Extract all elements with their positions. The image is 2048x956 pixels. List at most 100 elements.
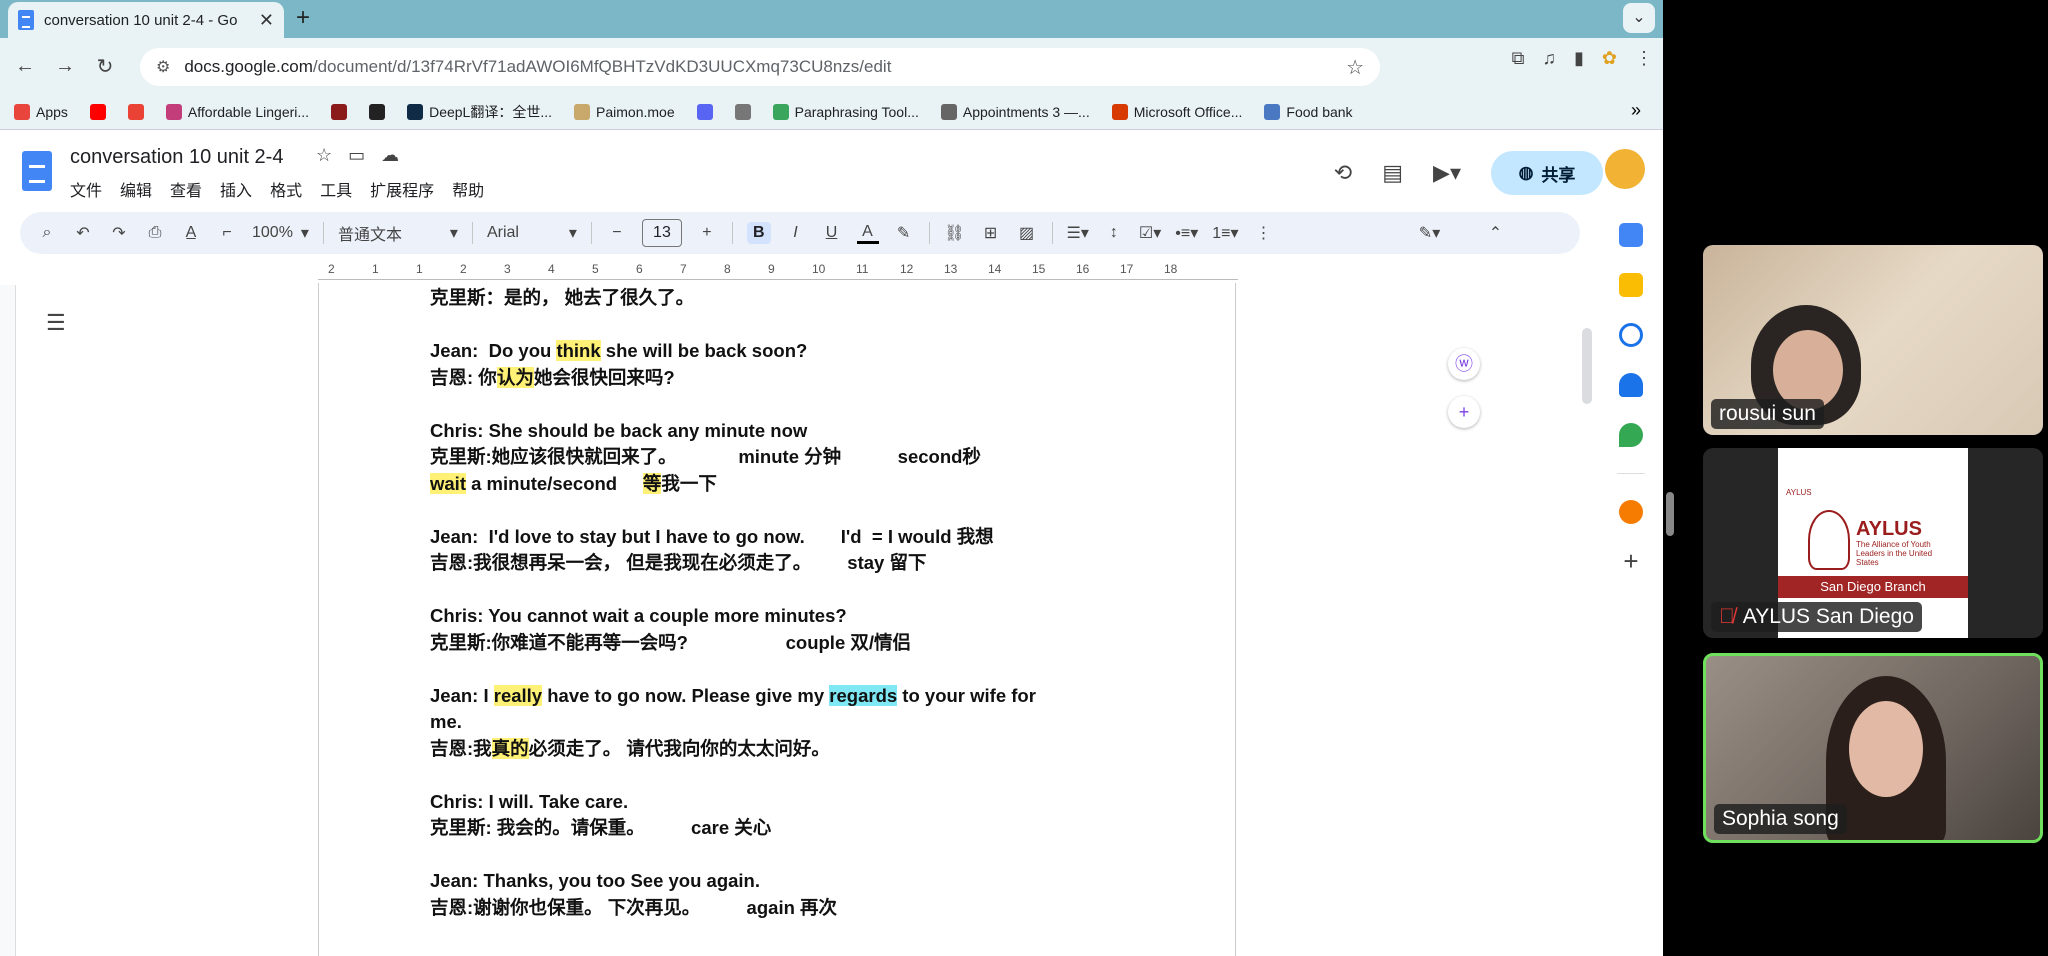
comments-icon[interactable]: ▤ <box>1382 160 1403 186</box>
document-outline-icon[interactable]: ☰ <box>46 310 66 336</box>
bookmark-favicon-icon <box>734 103 751 120</box>
maps-icon[interactable] <box>1619 423 1643 447</box>
menu-insert[interactable]: 插入 <box>220 177 252 201</box>
browser-actions: ⧉ ♫ ▮ ✿ ⋮ <box>1512 48 1653 69</box>
collapse-menus-icon[interactable]: ⌃ <box>1485 223 1507 243</box>
meet-icon[interactable]: ▶▾ <box>1433 160 1461 186</box>
document-title[interactable]: conversation 10 unit 2-4 <box>70 146 283 169</box>
bulleted-list-icon[interactable]: •≡▾ <box>1175 223 1198 243</box>
menu-extensions[interactable]: 扩展程序 <box>370 177 434 201</box>
calendar-icon[interactable] <box>1619 223 1643 247</box>
bookmark-item[interactable] <box>331 103 348 120</box>
close-icon[interactable]: ✕ <box>259 10 274 31</box>
contacts-icon[interactable] <box>1619 373 1643 397</box>
undo-icon[interactable]: ↶ <box>72 223 94 243</box>
increase-font-size-icon[interactable]: + <box>696 224 718 242</box>
menu-icon[interactable]: ⋮ <box>1635 48 1653 69</box>
print-icon[interactable]: ⎙ <box>144 224 166 242</box>
extension-icon[interactable]: ✿ <box>1602 48 1617 69</box>
menu-help[interactable]: 帮助 <box>452 177 484 201</box>
menu-tools[interactable]: 工具 <box>320 177 352 201</box>
docs-logo-icon[interactable] <box>22 151 52 191</box>
bookmark-item[interactable] <box>696 103 713 120</box>
new-tab-icon[interactable]: + <box>296 4 310 32</box>
bookmark-item[interactable] <box>734 103 751 120</box>
side-panel-icon[interactable]: ▮ <box>1574 48 1584 69</box>
bookmark-item[interactable]: Paimon.moe <box>574 103 675 120</box>
menu-file[interactable]: 文件 <box>70 177 102 201</box>
add-comment-icon[interactable]: ⊞ <box>980 223 1002 243</box>
bookmark-star-icon[interactable]: ☆ <box>1346 55 1364 80</box>
menu-edit[interactable]: 编辑 <box>120 177 152 201</box>
bookmark-item[interactable]: Apps <box>14 103 68 120</box>
tab-search-icon[interactable]: ⌄ <box>1623 3 1655 33</box>
back-icon[interactable]: ← <box>10 55 40 78</box>
highlight-icon[interactable]: ✎ <box>893 223 915 243</box>
bookmark-item[interactable] <box>89 103 106 120</box>
menu-format[interactable]: 格式 <box>270 177 302 201</box>
bookmark-item[interactable]: Food bank <box>1264 103 1353 120</box>
doc-line <box>430 391 1130 418</box>
italic-button[interactable]: I <box>785 224 807 242</box>
document-body[interactable]: 克里斯：是的， 她去了很久了。 Jean: Do you think she w… <box>430 285 1130 921</box>
tasks-icon[interactable] <box>1619 323 1643 347</box>
star-icon[interactable]: ☆ <box>316 145 332 166</box>
paint-format-icon[interactable]: ⌐ <box>216 224 238 242</box>
get-addons-icon[interactable]: + <box>1619 548 1643 574</box>
share-button[interactable]: ◍ 共享 <box>1491 151 1603 195</box>
account-avatar[interactable] <box>1605 149 1645 189</box>
font-select[interactable]: Arial ▾ <box>487 223 577 243</box>
style-select[interactable]: 普通文本 ▾ <box>338 221 458 245</box>
vertical-ruler[interactable] <box>0 285 16 956</box>
extensions-icon[interactable]: ⧉ <box>1512 48 1525 69</box>
numbered-list-icon[interactable]: 1≡▾ <box>1212 223 1238 243</box>
menu-view[interactable]: 查看 <box>170 177 202 201</box>
font-size-input[interactable]: 13 <box>641 219 682 247</box>
bold-button[interactable]: B <box>746 222 771 244</box>
bookmarks-bar: Apps Affordable Lingeri... DeepL翻译：全世... Pa… <box>0 94 1663 130</box>
assistant-extension-icon[interactable]: ⓦ <box>1448 348 1480 380</box>
spellcheck-icon[interactable]: A̲ <box>180 224 202 242</box>
editing-mode-icon[interactable]: ✎▾ <box>1419 223 1441 243</box>
window-scrollbar[interactable] <box>1666 492 1674 536</box>
line-spacing-icon[interactable]: ↕ <box>1103 224 1125 242</box>
text-color-icon[interactable]: A <box>856 223 879 244</box>
horizontal-ruler[interactable]: 2 1 1 2 3 4 5 6 7 8 9 10 11 12 13 14 15 16 17 18 <box>318 262 1238 280</box>
tab-docs[interactable]: conversation 10 unit 2-4 - Go ✕ <box>8 2 284 38</box>
participant-tile[interactable]: rousui sun <box>1703 245 2043 435</box>
bookmark-item[interactable]: Microsoft Office... <box>1111 103 1242 120</box>
reload-icon[interactable]: ↻ <box>90 54 120 79</box>
site-info-icon[interactable]: ⚙ <box>156 57 170 77</box>
zoom-select[interactable]: 100% ▾ <box>252 223 309 243</box>
redo-icon[interactable]: ↷ <box>108 223 130 243</box>
more-options-icon[interactable]: ⋮ <box>1253 223 1275 243</box>
bookmark-item[interactable]: DeepL翻译：全世... <box>407 102 552 122</box>
add-comment-floating-icon[interactable]: + <box>1448 396 1480 428</box>
decrease-font-size-icon[interactable]: − <box>606 224 628 242</box>
media-icon[interactable]: ♫ <box>1543 48 1557 69</box>
version-history-icon[interactable]: ⟲ <box>1334 160 1352 186</box>
bookmark-item[interactable]: Paraphrasing Tool... <box>772 103 919 120</box>
bookmark-item[interactable] <box>127 103 144 120</box>
search-menus-icon[interactable]: ⌕ <box>36 224 58 242</box>
ruler-tick-label: 10 <box>812 262 826 276</box>
link-icon[interactable]: ⛓ <box>944 223 966 243</box>
bookmark-favicon-icon <box>1111 103 1128 120</box>
insert-image-icon[interactable]: ▨ <box>1016 223 1038 243</box>
bookmark-item[interactable]: Affordable Lingeri... <box>165 103 309 120</box>
addon-icon[interactable] <box>1619 500 1643 524</box>
more-bookmarks-icon[interactable]: » <box>1631 100 1641 121</box>
bookmark-item[interactable]: Appointments 3 —... <box>940 103 1090 120</box>
underline-button[interactable]: U <box>821 224 843 242</box>
checklist-icon[interactable]: ☑▾ <box>1139 223 1161 243</box>
move-folder-icon[interactable]: ▭ <box>348 145 365 166</box>
document-scrollbar[interactable] <box>1582 328 1592 404</box>
forward-icon[interactable]: → <box>50 55 80 78</box>
keep-icon[interactable] <box>1619 273 1643 297</box>
cloud-status-icon[interactable]: ☁ <box>381 145 399 166</box>
align-icon[interactable]: ☰▾ <box>1067 223 1089 243</box>
bookmark-item[interactable] <box>369 103 386 120</box>
participant-tile[interactable]: AYLUS AYLUS The Alliance of Youth Leader… <box>1703 448 2043 638</box>
address-bar[interactable]: ⚙ docs.google.com/document/d/13f74RrVf71… <box>140 48 1380 86</box>
participant-tile-active-speaker[interactable]: Sophia song <box>1703 653 2043 843</box>
